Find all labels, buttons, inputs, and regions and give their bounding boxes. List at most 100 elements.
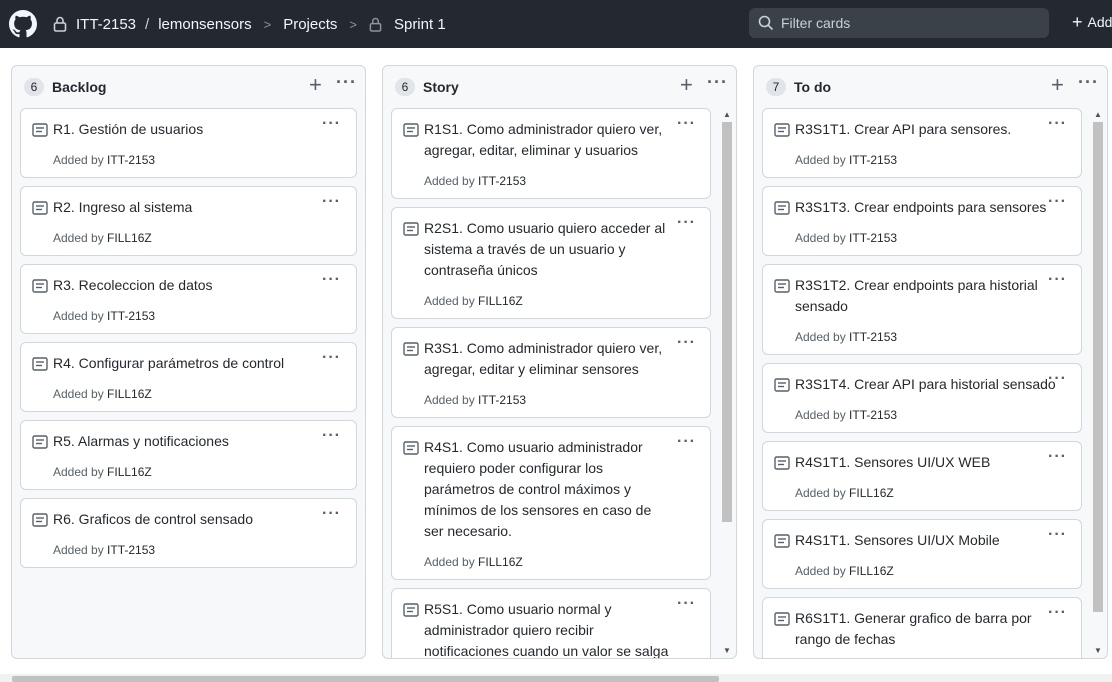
- card-menu-icon[interactable]: ···: [677, 115, 696, 133]
- added-by-label: Added by: [53, 153, 108, 167]
- scroll-up-arrow-icon[interactable]: ▲: [721, 110, 733, 119]
- card-meta: Added by ITT-2153: [424, 393, 526, 407]
- card[interactable]: R2. Ingreso al sistema Added by FILL16Z …: [20, 186, 357, 256]
- column-title: To do: [794, 79, 832, 95]
- card-author-link[interactable]: ITT-2153: [849, 231, 897, 245]
- card-menu-icon[interactable]: ···: [1048, 193, 1067, 211]
- note-icon: [774, 201, 790, 215]
- card-meta: Added by FILL16Z: [53, 465, 152, 479]
- card-menu-icon[interactable]: ···: [322, 271, 341, 289]
- card-author-link[interactable]: FILL16Z: [478, 294, 523, 308]
- add-card-plus-icon[interactable]: +: [309, 74, 322, 96]
- note-icon: [774, 534, 790, 548]
- column-menu-icon[interactable]: ···: [336, 73, 357, 91]
- breadcrumb-sprint-title[interactable]: Sprint 1: [394, 16, 446, 33]
- added-by-label: Added by: [795, 486, 850, 500]
- card[interactable]: R1S1. Como administrador quiero ver, agr…: [391, 108, 711, 199]
- card-author-link[interactable]: FILL16Z: [478, 555, 523, 569]
- breadcrumb-projects-link[interactable]: Projects: [283, 16, 337, 33]
- card-author-link[interactable]: ITT-2153: [478, 174, 526, 188]
- card[interactable]: R5. Alarmas y notificaciones Added by FI…: [20, 420, 357, 490]
- card[interactable]: R4. Configurar parámetros de control Add…: [20, 342, 357, 412]
- card-title: R1S1. Como administrador quiero ver, agr…: [424, 121, 663, 158]
- card-menu-icon[interactable]: ···: [677, 433, 696, 451]
- column-header: 6 Backlog + ···: [12, 66, 365, 108]
- card[interactable]: R4S1T1. Sensores UI/UX WEB Added by FILL…: [762, 441, 1082, 511]
- column-menu-icon[interactable]: ···: [707, 73, 728, 91]
- note-icon: [32, 435, 48, 449]
- lock-icon: [53, 16, 67, 32]
- card-menu-icon[interactable]: ···: [322, 505, 341, 523]
- horizontal-scrollbar-thumb[interactable]: [12, 676, 719, 682]
- added-by-label: Added by: [53, 309, 108, 323]
- card-menu-icon[interactable]: ···: [677, 334, 696, 352]
- added-by-label: Added by: [424, 555, 479, 569]
- card-author-link[interactable]: FILL16Z: [107, 231, 152, 245]
- card-author-link[interactable]: ITT-2153: [849, 153, 897, 167]
- note-icon: [403, 441, 419, 455]
- card-meta: Added by FILL16Z: [424, 555, 523, 569]
- card[interactable]: R3S1T3. Crear endpoints para sensores Ad…: [762, 186, 1082, 256]
- card-author-link[interactable]: ITT-2153: [849, 408, 897, 422]
- column-header: 7 To do + ···: [754, 66, 1107, 108]
- filter-cards-input[interactable]: [781, 15, 1041, 31]
- card-author-link[interactable]: FILL16Z: [107, 465, 152, 479]
- card-menu-icon[interactable]: ···: [322, 115, 341, 133]
- column-menu-icon[interactable]: ···: [1078, 73, 1099, 91]
- card-author-link[interactable]: ITT-2153: [107, 309, 155, 323]
- card-author-link[interactable]: ITT-2153: [107, 153, 155, 167]
- scroll-down-arrow-icon[interactable]: ▼: [721, 646, 733, 655]
- card-menu-icon[interactable]: ···: [322, 349, 341, 367]
- card-menu-icon[interactable]: ···: [1048, 115, 1067, 133]
- card-meta: Added by ITT-2153: [53, 153, 155, 167]
- column-card-count: 6: [395, 78, 415, 96]
- card-menu-icon[interactable]: ···: [1048, 370, 1067, 388]
- card[interactable]: R6S1T1. Generar grafico de barra por ran…: [762, 597, 1082, 658]
- card-author-link[interactable]: FILL16Z: [849, 564, 894, 578]
- add-card-plus-icon[interactable]: +: [680, 74, 693, 96]
- card-menu-icon[interactable]: ···: [677, 214, 696, 232]
- scroll-down-arrow-icon[interactable]: ▼: [1092, 646, 1104, 655]
- note-icon: [32, 513, 48, 527]
- github-logo-icon[interactable]: [9, 10, 37, 38]
- card-menu-icon[interactable]: ···: [1048, 448, 1067, 466]
- add-cards-button[interactable]: + Add: [1072, 13, 1112, 31]
- card[interactable]: R3S1T1. Crear API para sensores. Added b…: [762, 108, 1082, 178]
- card-meta: Added by ITT-2153: [53, 543, 155, 557]
- card-menu-icon[interactable]: ···: [1048, 526, 1067, 544]
- added-by-label: Added by: [795, 153, 850, 167]
- breadcrumb-repo-link[interactable]: lemonsensors: [158, 16, 251, 33]
- card-menu-icon[interactable]: ···: [322, 427, 341, 445]
- add-card-plus-icon[interactable]: +: [1051, 74, 1064, 96]
- card-menu-icon[interactable]: ···: [1048, 271, 1067, 289]
- scrollbar-thumb[interactable]: [722, 122, 732, 522]
- card[interactable]: R4S1T1. Sensores UI/UX Mobile Added by F…: [762, 519, 1082, 589]
- card-author-link[interactable]: ITT-2153: [849, 330, 897, 344]
- card-author-link[interactable]: ITT-2153: [478, 393, 526, 407]
- card[interactable]: R3S1. Como administrador quiero ver, agr…: [391, 327, 711, 418]
- card[interactable]: R6. Graficos de control sensado Added by…: [20, 498, 357, 568]
- card-author-link[interactable]: FILL16Z: [107, 387, 152, 401]
- card-menu-icon[interactable]: ···: [677, 595, 696, 613]
- card-title: R2. Ingreso al sistema: [53, 199, 193, 215]
- card-author-link[interactable]: ITT-2153: [107, 543, 155, 557]
- card[interactable]: R1. Gestión de usuarios Added by ITT-215…: [20, 108, 357, 178]
- card-title: R5. Alarmas y notificaciones: [53, 433, 229, 449]
- card[interactable]: R3S1T2. Crear endpoints para historial s…: [762, 264, 1082, 355]
- horizontal-scrollbar[interactable]: [0, 674, 1112, 682]
- card-menu-icon[interactable]: ···: [1048, 604, 1067, 622]
- breadcrumb-slash: /: [145, 15, 150, 33]
- card-title: R4S1T1. Sensores UI/UX Mobile: [795, 532, 1000, 548]
- scroll-up-arrow-icon[interactable]: ▲: [1092, 110, 1104, 119]
- chevron-right-icon: >: [263, 16, 272, 32]
- card[interactable]: R5S1. Como usuario normal y administrado…: [391, 588, 711, 658]
- card[interactable]: R4S1. Como usuario administrador requier…: [391, 426, 711, 580]
- card-author-link[interactable]: FILL16Z: [849, 486, 894, 500]
- scrollbar-thumb[interactable]: [1093, 122, 1103, 612]
- card-menu-icon[interactable]: ···: [322, 193, 341, 211]
- filter-cards-box[interactable]: [749, 8, 1049, 38]
- card[interactable]: R2S1. Como usuario quiero acceder al sis…: [391, 207, 711, 319]
- card[interactable]: R3. Recoleccion de datos Added by ITT-21…: [20, 264, 357, 334]
- card[interactable]: R3S1T4. Crear API para historial sensado…: [762, 363, 1082, 433]
- breadcrumb-org-link[interactable]: ITT-2153: [76, 16, 136, 33]
